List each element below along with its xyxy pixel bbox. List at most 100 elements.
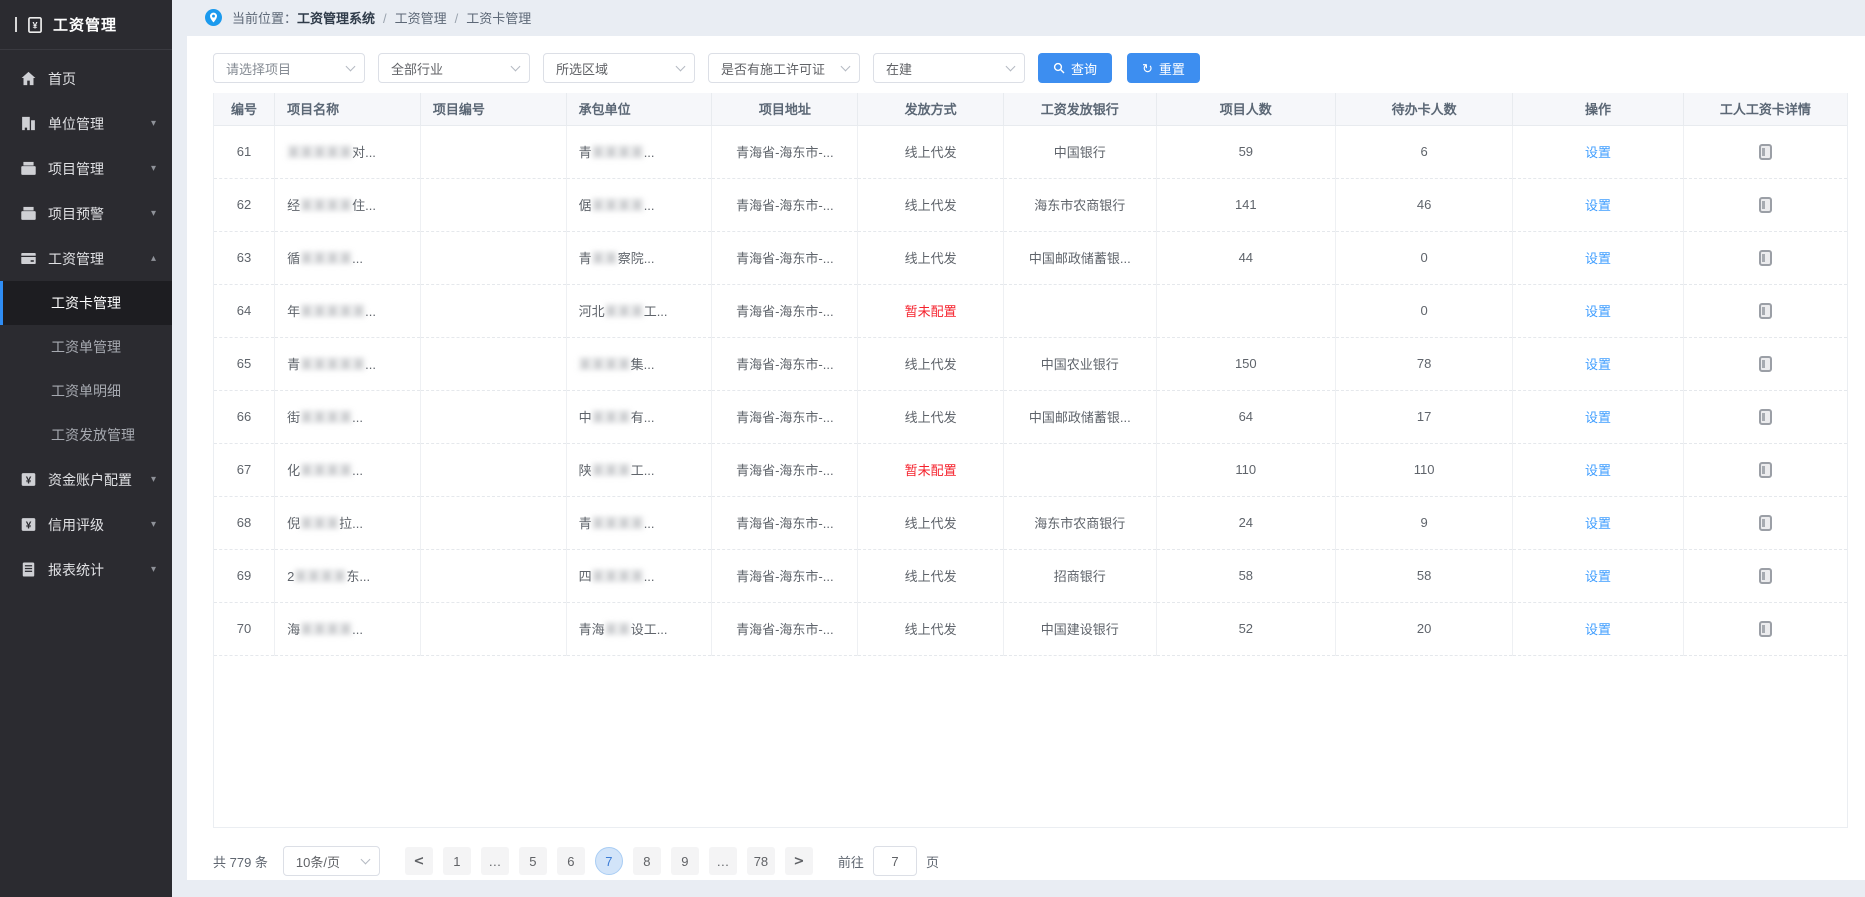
reset-button-label: 重置 [1159, 59, 1185, 78]
redacted-text: 某某 [605, 622, 631, 637]
sidebar-item-credit-rating[interactable]: ¥ 信用评级 ▾ [0, 502, 172, 547]
sidebar-item-unit-management[interactable]: 单位管理 ▾ [0, 101, 172, 146]
wage-card-detail-icon[interactable] [1759, 144, 1772, 160]
settings-link[interactable]: 设置 [1585, 145, 1611, 160]
logo-divider [15, 17, 17, 32]
sidebar-subitem-wage-issue-management[interactable]: 工资发放管理 [0, 413, 172, 457]
wage-card-detail-icon[interactable] [1759, 356, 1772, 372]
page-ellipsis[interactable]: … [709, 847, 737, 875]
table-row: 63 循某某某某... 青某某察院... 青海省-海东市-... 线上代发 中国… [214, 231, 1847, 284]
cell-method: 线上代发 [858, 231, 1004, 284]
settings-link[interactable]: 设置 [1585, 304, 1611, 319]
redacted-text: 某某某某 [592, 145, 644, 160]
wage-card-detail-icon[interactable] [1759, 197, 1772, 213]
redacted-text: 某某某某 [294, 569, 346, 584]
cell-id: 64 [214, 284, 275, 337]
cell-action: 设置 [1513, 390, 1683, 443]
breadcrumb-segment-wage-management[interactable]: 工资管理 [395, 11, 447, 26]
filter-construction-permit-select[interactable]: 是否有施工许可证 [708, 53, 860, 83]
chevron-down-icon [676, 61, 686, 71]
cell-project-code [420, 602, 566, 655]
page-button-5[interactable]: 5 [519, 847, 547, 875]
sidebar-item-report-statistics[interactable]: 报表统计 ▾ [0, 547, 172, 592]
home-icon [20, 70, 37, 87]
sidebar-item-project-alert[interactable]: 项目预警 ▾ [0, 191, 172, 236]
cell-people: 58 [1156, 549, 1335, 602]
prev-page-button[interactable]: < [405, 847, 433, 875]
chevron-down-icon: ▾ [151, 474, 156, 485]
cell-project-code [420, 231, 566, 284]
page-button-7[interactable]: 7 [595, 847, 623, 875]
page-button-8[interactable]: 8 [633, 847, 661, 875]
wage-card-detail-icon[interactable] [1759, 409, 1772, 425]
sidebar-item-home[interactable]: 首页 [0, 56, 172, 101]
cell-contractor: 河北某某某工... [566, 284, 712, 337]
cell-cards: 0 [1336, 284, 1513, 337]
sidebar-item-label: 单位管理 [48, 114, 151, 134]
settings-link[interactable]: 设置 [1585, 622, 1611, 637]
cell-people: 44 [1156, 231, 1335, 284]
cell-contractor: 四某某某某... [566, 549, 712, 602]
column-header-contractor: 承包单位 [566, 93, 712, 125]
search-button-label: 查询 [1071, 59, 1097, 78]
settings-link[interactable]: 设置 [1585, 410, 1611, 425]
filter-status-value: 在建 [886, 59, 912, 78]
wage-card-detail-icon[interactable] [1759, 250, 1772, 266]
page-button-9[interactable]: 9 [671, 847, 699, 875]
column-header-id: 编号 [214, 93, 275, 125]
cell-cards: 58 [1336, 549, 1513, 602]
settings-link[interactable]: 设置 [1585, 463, 1611, 478]
wage-card-detail-icon[interactable] [1759, 303, 1772, 319]
chevron-down-icon: ▾ [151, 564, 156, 575]
sidebar-item-wage-management[interactable]: 工资管理 ▴ [0, 236, 172, 281]
sidebar-subitem-label: 工资单管理 [51, 337, 121, 357]
wage-card-detail-icon[interactable] [1759, 515, 1772, 531]
page-button-1[interactable]: 1 [443, 847, 471, 875]
filter-project-select[interactable]: 请选择项目 [213, 53, 365, 83]
redacted-text: 某某某某 [300, 198, 352, 213]
cell-action: 设置 [1513, 178, 1683, 231]
cell-method: 线上代发 [858, 125, 1004, 178]
sidebar-item-fund-account-config[interactable]: ¥ 资金账户配置 ▾ [0, 457, 172, 502]
page-size-select[interactable]: 10条/页 [283, 846, 380, 876]
page-button-6[interactable]: 6 [557, 847, 585, 875]
breadcrumb-separator: / [383, 11, 387, 26]
table-row: 68 倪某某某拉... 青某某某某... 青海省-海东市-... 线上代发 海东… [214, 496, 1847, 549]
cell-bank: 中国建设银行 [1004, 602, 1157, 655]
settings-link[interactable]: 设置 [1585, 569, 1611, 584]
chevron-down-icon: ▾ [151, 208, 156, 219]
page-jump-input[interactable] [873, 846, 917, 876]
wage-card-detail-icon[interactable] [1759, 621, 1772, 637]
cell-contractor: 倨某某某某... [566, 178, 712, 231]
breadcrumb-separator: / [455, 11, 459, 26]
breadcrumb-segment-system[interactable]: 工资管理系统 [297, 11, 375, 26]
next-page-button[interactable]: > [785, 847, 813, 875]
cell-method: 暂未配置 [858, 284, 1004, 337]
settings-link[interactable]: 设置 [1585, 357, 1611, 372]
filter-industry-select[interactable]: 全部行业 [378, 53, 530, 83]
wage-card-detail-icon[interactable] [1759, 568, 1772, 584]
page-button-78[interactable]: 78 [747, 847, 775, 875]
search-button[interactable]: 查询 [1038, 53, 1112, 83]
wage-card-detail-icon[interactable] [1759, 462, 1772, 478]
table-row: 64 年某某某某某... 河北某某某工... 青海省-海东市-... 暂未配置 … [214, 284, 1847, 337]
sidebar-subitem-payroll-detail[interactable]: 工资单明细 [0, 369, 172, 413]
settings-link[interactable]: 设置 [1585, 251, 1611, 266]
cell-detail [1683, 549, 1847, 602]
page-ellipsis[interactable]: … [481, 847, 509, 875]
sidebar-subitem-payroll-management[interactable]: 工资单管理 [0, 325, 172, 369]
table-row: 67 化某某某某... 陕某某某工... 青海省-海东市-... 暂未配置 11… [214, 443, 1847, 496]
settings-link[interactable]: 设置 [1585, 198, 1611, 213]
report-icon [20, 561, 37, 578]
filter-region-select[interactable]: 所选区域 [543, 53, 695, 83]
cell-bank: 中国农业银行 [1004, 337, 1157, 390]
filter-status-select[interactable]: 在建 [873, 53, 1025, 83]
sidebar-subitem-label: 工资卡管理 [51, 293, 121, 313]
sidebar-item-project-management[interactable]: 项目管理 ▾ [0, 146, 172, 191]
reset-button[interactable]: ↻ 重置 [1127, 53, 1200, 83]
cell-project-code [420, 443, 566, 496]
cell-project-name: 循某某某某... [275, 231, 421, 284]
settings-link[interactable]: 设置 [1585, 516, 1611, 531]
table-row: 69 2某某某某东... 四某某某某... 青海省-海东市-... 线上代发 招… [214, 549, 1847, 602]
sidebar-subitem-wage-card-management[interactable]: 工资卡管理 [0, 281, 172, 325]
